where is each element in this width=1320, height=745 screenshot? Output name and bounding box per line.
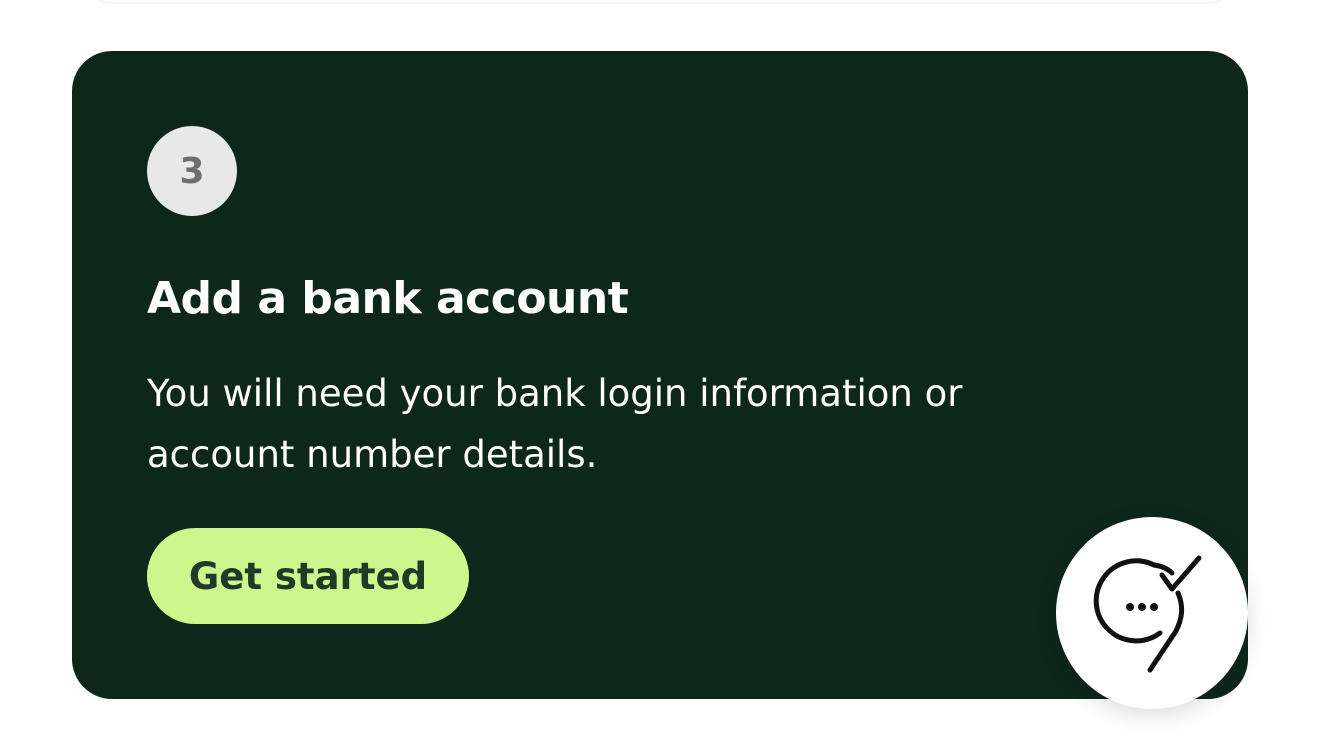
chat-button[interactable] bbox=[1056, 517, 1248, 709]
get-started-button[interactable]: Get started bbox=[147, 528, 469, 624]
step-description: You will need your bank login informatio… bbox=[147, 372, 963, 476]
step-number-badge: 3 bbox=[147, 126, 237, 216]
previous-card-edge bbox=[92, 0, 1228, 2]
step-title: Add a bank account bbox=[147, 273, 629, 324]
chat-check-icon bbox=[1093, 555, 1202, 673]
